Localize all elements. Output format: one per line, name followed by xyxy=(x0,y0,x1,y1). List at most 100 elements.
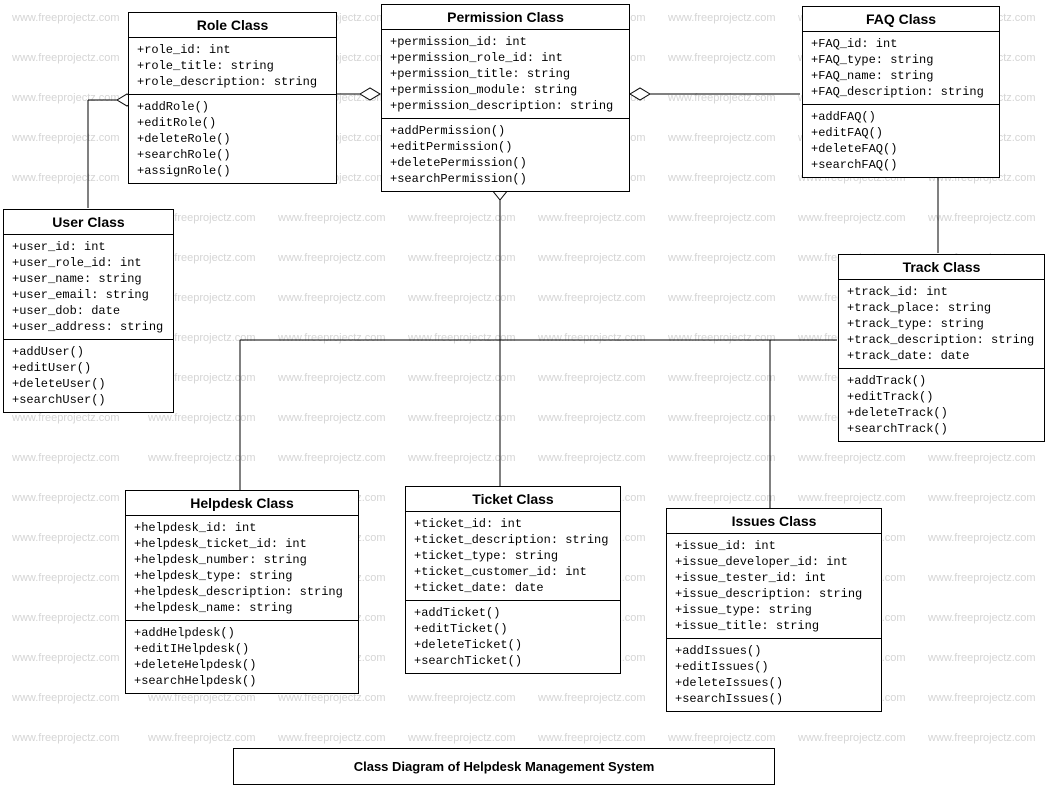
class-role: Role Class +role_id: int +role_title: st… xyxy=(128,12,337,184)
watermark: www.freeprojectz.com xyxy=(278,412,386,424)
watermark: www.freeprojectz.com xyxy=(928,612,1036,624)
watermark: www.freeprojectz.com xyxy=(278,292,386,304)
class-attrs: +role_id: int +role_title: string +role_… xyxy=(129,38,336,95)
class-attrs: +user_id: int +user_role_id: int +user_n… xyxy=(4,235,173,340)
class-attrs: +ticket_id: int +ticket_description: str… xyxy=(406,512,620,601)
class-ops: +addTicket() +editTicket() +deleteTicket… xyxy=(406,601,620,673)
watermark: www.freeprojectz.com xyxy=(12,692,120,704)
watermark: www.freeprojectz.com xyxy=(668,492,776,504)
watermark: www.freeprojectz.com xyxy=(408,692,516,704)
watermark: www.freeprojectz.com xyxy=(668,292,776,304)
class-attrs: +permission_id: int +permission_role_id:… xyxy=(382,30,629,119)
class-faq: FAQ Class +FAQ_id: int +FAQ_type: string… xyxy=(802,6,1000,178)
class-attrs: +issue_id: int +issue_developer_id: int … xyxy=(667,534,881,639)
watermark: www.freeprojectz.com xyxy=(408,412,516,424)
watermark: www.freeprojectz.com xyxy=(538,292,646,304)
watermark: www.freeprojectz.com xyxy=(12,132,120,144)
watermark: www.freeprojectz.com xyxy=(668,412,776,424)
watermark: www.freeprojectz.com xyxy=(408,372,516,384)
class-title: Permission Class xyxy=(382,5,629,30)
class-helpdesk: Helpdesk Class +helpdesk_id: int +helpde… xyxy=(125,490,359,694)
class-user: User Class +user_id: int +user_role_id: … xyxy=(3,209,174,413)
watermark: www.freeprojectz.com xyxy=(278,332,386,344)
class-title: Ticket Class xyxy=(406,487,620,512)
watermark: www.freeprojectz.com xyxy=(408,252,516,264)
class-ops: +addPermission() +editPermission() +dele… xyxy=(382,119,629,191)
watermark: www.freeprojectz.com xyxy=(408,732,516,744)
watermark: www.freeprojectz.com xyxy=(668,732,776,744)
watermark: www.freeprojectz.com xyxy=(538,332,646,344)
watermark: www.freeprojectz.com xyxy=(408,452,516,464)
diagram-title: Class Diagram of Helpdesk Management Sys… xyxy=(233,748,775,785)
class-ops: +addUser() +editUser() +deleteUser() +se… xyxy=(4,340,173,412)
watermark: www.freeprojectz.com xyxy=(12,92,120,104)
watermark: www.freeprojectz.com xyxy=(538,412,646,424)
watermark: www.freeprojectz.com xyxy=(798,212,906,224)
watermark: www.freeprojectz.com xyxy=(12,12,120,24)
watermark: www.freeprojectz.com xyxy=(668,52,776,64)
watermark: www.freeprojectz.com xyxy=(12,572,120,584)
class-title: Helpdesk Class xyxy=(126,491,358,516)
watermark: www.freeprojectz.com xyxy=(278,732,386,744)
class-ops: +addIssues() +editIssues() +deleteIssues… xyxy=(667,639,881,711)
watermark: www.freeprojectz.com xyxy=(12,492,120,504)
watermark: www.freeprojectz.com xyxy=(928,532,1036,544)
watermark: www.freeprojectz.com xyxy=(538,692,646,704)
watermark: www.freeprojectz.com xyxy=(928,572,1036,584)
watermark: www.freeprojectz.com xyxy=(538,452,646,464)
watermark: www.freeprojectz.com xyxy=(668,332,776,344)
class-title: Role Class xyxy=(129,13,336,38)
watermark: www.freeprojectz.com xyxy=(538,252,646,264)
class-attrs: +track_id: int +track_place: string +tra… xyxy=(839,280,1044,369)
class-ops: +addRole() +editRole() +deleteRole() +se… xyxy=(129,95,336,183)
watermark: www.freeprojectz.com xyxy=(798,452,906,464)
watermark: www.freeprojectz.com xyxy=(12,412,120,424)
class-ops: +addHelpdesk() +editIHelpdesk() +deleteH… xyxy=(126,621,358,693)
watermark: www.freeprojectz.com xyxy=(668,92,776,104)
class-title: User Class xyxy=(4,210,173,235)
watermark: www.freeprojectz.com xyxy=(148,732,256,744)
watermark: www.freeprojectz.com xyxy=(278,252,386,264)
watermark: www.freeprojectz.com xyxy=(668,172,776,184)
class-ops: +addFAQ() +editFAQ() +deleteFAQ() +searc… xyxy=(803,105,999,177)
class-track: Track Class +track_id: int +track_place:… xyxy=(838,254,1045,442)
watermark: www.freeprojectz.com xyxy=(538,212,646,224)
class-ticket: Ticket Class +ticket_id: int +ticket_des… xyxy=(405,486,621,674)
watermark: www.freeprojectz.com xyxy=(928,732,1036,744)
watermark: www.freeprojectz.com xyxy=(278,452,386,464)
watermark: www.freeprojectz.com xyxy=(668,252,776,264)
class-permission: Permission Class +permission_id: int +pe… xyxy=(381,4,630,192)
class-attrs: +helpdesk_id: int +helpdesk_ticket_id: i… xyxy=(126,516,358,621)
class-title: Issues Class xyxy=(667,509,881,534)
watermark: www.freeprojectz.com xyxy=(12,612,120,624)
watermark: www.freeprojectz.com xyxy=(408,332,516,344)
watermark: www.freeprojectz.com xyxy=(148,452,256,464)
watermark: www.freeprojectz.com xyxy=(928,212,1036,224)
watermark: www.freeprojectz.com xyxy=(928,652,1036,664)
watermark: www.freeprojectz.com xyxy=(12,52,120,64)
watermark: www.freeprojectz.com xyxy=(668,452,776,464)
watermark: www.freeprojectz.com xyxy=(278,212,386,224)
class-attrs: +FAQ_id: int +FAQ_type: string +FAQ_name… xyxy=(803,32,999,105)
watermark: www.freeprojectz.com xyxy=(928,692,1036,704)
diagram-canvas: (function(){ // emit later after data-bi… xyxy=(0,0,1047,792)
watermark: www.freeprojectz.com xyxy=(668,132,776,144)
watermark: www.freeprojectz.com xyxy=(148,412,256,424)
watermark: www.freeprojectz.com xyxy=(12,452,120,464)
watermark: www.freeprojectz.com xyxy=(408,292,516,304)
watermark: www.freeprojectz.com xyxy=(408,212,516,224)
class-ops: +addTrack() +editTrack() +deleteTrack() … xyxy=(839,369,1044,441)
watermark: www.freeprojectz.com xyxy=(798,732,906,744)
watermark: www.freeprojectz.com xyxy=(12,532,120,544)
watermark: www.freeprojectz.com xyxy=(668,212,776,224)
watermark: www.freeprojectz.com xyxy=(278,372,386,384)
watermark: www.freeprojectz.com xyxy=(928,492,1036,504)
watermark: www.freeprojectz.com xyxy=(12,732,120,744)
class-title: FAQ Class xyxy=(803,7,999,32)
watermark: www.freeprojectz.com xyxy=(668,372,776,384)
class-title: Track Class xyxy=(839,255,1044,280)
watermark: www.freeprojectz.com xyxy=(928,452,1036,464)
watermark: www.freeprojectz.com xyxy=(538,372,646,384)
watermark: www.freeprojectz.com xyxy=(12,172,120,184)
watermark: www.freeprojectz.com xyxy=(668,12,776,24)
